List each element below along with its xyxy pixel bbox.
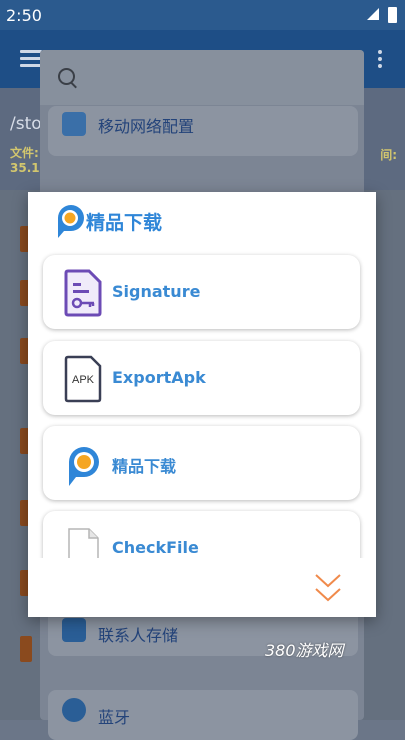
- chevron-double-down-icon[interactable]: [314, 572, 342, 604]
- bluetooth-icon: [62, 698, 86, 722]
- tool-item-label: 精品下载: [112, 457, 177, 476]
- battery-icon: [388, 7, 397, 23]
- p-logo-icon: [58, 205, 84, 238]
- watermark: 380游戏网: [265, 641, 344, 660]
- storage-info-line2: 35.1: [10, 161, 40, 175]
- more-options-icon[interactable]: [378, 50, 383, 71]
- contacts-icon: [62, 618, 86, 642]
- tool-item-premium-download[interactable]: 精品下载: [43, 426, 360, 500]
- drawer-item-bluetooth[interactable]: [48, 690, 358, 740]
- apk-file-icon: APK: [64, 355, 102, 403]
- storage-info-line1: 文件:: [10, 146, 39, 160]
- status-bar: 2:50: [0, 0, 405, 30]
- tool-list[interactable]: Signature APK ExportApk 精品下载 CheckFile: [28, 248, 376, 558]
- blank-file-icon: [68, 528, 99, 558]
- p-logo-icon: [69, 447, 99, 486]
- apk-icon-text: APK: [72, 374, 95, 386]
- menu-icon[interactable]: [20, 50, 42, 67]
- tool-item-exportapk[interactable]: APK ExportApk: [43, 341, 360, 415]
- download-dialog: 精品下载 Signature APK ExportApk 精品下载 CheckF…: [28, 192, 376, 617]
- drawer-item-label: 联系人存储: [98, 626, 179, 645]
- tool-item-label: CheckFile: [112, 538, 199, 557]
- status-time: 2:50: [6, 6, 42, 25]
- storage-info: 文件: 35.1: [10, 146, 40, 176]
- tool-item-checkfile[interactable]: CheckFile: [43, 511, 360, 558]
- folder-icon: [20, 636, 32, 662]
- tool-item-label: ExportApk: [112, 368, 206, 387]
- drawer-item-network[interactable]: [48, 106, 358, 156]
- tool-item-signature[interactable]: Signature: [43, 255, 360, 329]
- current-path: /sto: [10, 114, 42, 134]
- network-icon: [62, 112, 86, 136]
- drawer-item-label: 移动网络配置: [98, 117, 195, 136]
- search-icon[interactable]: [58, 68, 75, 85]
- dialog-title: 精品下载: [86, 212, 163, 234]
- signal-icon: [367, 8, 379, 20]
- tool-item-label: Signature: [112, 282, 201, 301]
- signature-key-icon: [64, 269, 102, 317]
- search-bar[interactable]: [40, 50, 364, 105]
- drawer-item-label: 蓝牙: [98, 708, 131, 727]
- storage-info-right: 间:: [380, 148, 397, 162]
